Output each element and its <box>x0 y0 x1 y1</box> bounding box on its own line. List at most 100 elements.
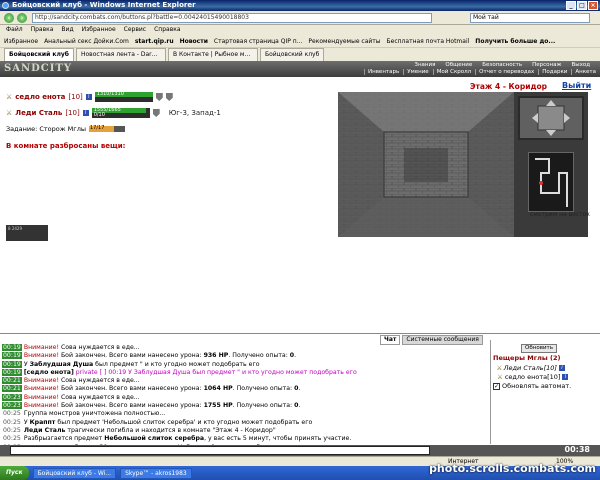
game-menu-knowledge[interactable]: Знания <box>414 62 435 68</box>
fav-item[interactable]: Получить больше до... <box>475 35 555 47</box>
chat-time: 00:25 <box>3 426 21 434</box>
player-level: [10] <box>68 93 83 101</box>
fav-item[interactable]: Стартовая страница QIP п... <box>214 35 303 47</box>
fav-item[interactable]: Новости <box>180 35 208 47</box>
window-title: Бойцовский клуб - Windows Internet Explo… <box>12 1 196 9</box>
player-coordinates: Юг-3, Запад-1 <box>168 109 221 117</box>
player-name[interactable]: Леди Сталь <box>15 109 62 117</box>
game-frame: SANDCITY Знания Общение Безопасность Пер… <box>0 61 600 333</box>
mp-text: 0/10 <box>93 112 105 118</box>
chat-bold[interactable]: Заблудшая Душа <box>30 361 94 368</box>
chat-text: . <box>294 352 297 360</box>
favorites-bar: Избранное Анальный секс Дойки.Com start.… <box>0 35 600 48</box>
taskbar-item[interactable]: Skype™ - akros1983 <box>120 467 192 479</box>
direction-control[interactable] <box>518 96 584 140</box>
fav-item[interactable]: start.qip.ru <box>135 35 174 47</box>
chat-text: . Получено опыта: <box>232 402 295 410</box>
tab-darkclan[interactable]: Новостная лента - DarkClan <box>75 48 166 61</box>
chat-line: 00:19 У Заблудшая Душа был предмет " и кт… <box>2 360 486 369</box>
chat-bold[interactable]: Леди Сталь <box>24 427 66 434</box>
room-player-name[interactable]: седло енота[10] <box>505 373 561 381</box>
tab-vkontakte[interactable]: В Контакте | Рыбное место... <box>167 48 258 61</box>
chat-text: . <box>298 402 301 410</box>
watermark-text: photo.scrolls.combats.com <box>429 462 596 475</box>
menu-help[interactable]: Справка <box>154 25 180 35</box>
game-menu-skills[interactable]: Умение <box>403 69 429 75</box>
tab-combats[interactable]: Бойцовский клуб <box>4 48 74 61</box>
chat-time: 00:21 <box>2 385 22 393</box>
tab-combats-2[interactable]: Бойцовский клуб <box>259 48 325 61</box>
info-icon[interactable]: i <box>82 110 89 116</box>
game-menu-chat[interactable]: Общение <box>445 62 472 68</box>
url-input[interactable]: http://sandcity.combats.com/buttons.pl?b… <box>32 13 432 23</box>
maximize-button[interactable]: □ <box>577 1 587 10</box>
auto-refresh-label: Обновлять автомат. <box>502 382 572 390</box>
info-icon[interactable]: i <box>558 365 565 371</box>
game-menu-security[interactable]: Безопасность <box>482 62 522 68</box>
shield-icon <box>165 93 173 101</box>
chat-line: 00:23 Внимание! Бой закончен. Всего вами … <box>2 402 486 410</box>
hp-text: 1310/1310 <box>96 91 124 97</box>
forward-button[interactable]: › <box>17 13 27 23</box>
game-menu-inventory[interactable]: Инвентарь <box>363 69 399 75</box>
room-player[interactable]: ⚔ седло енота[10] i <box>497 373 569 381</box>
back-button[interactable]: ‹ <box>4 13 14 23</box>
player-level: [10] <box>65 109 80 117</box>
favorites-button[interactable]: Избранное <box>4 35 38 47</box>
start-button[interactable]: Пуск <box>0 466 29 480</box>
quest-progress-text: 17/17 <box>90 125 105 131</box>
game-menu-character[interactable]: Персонаж <box>532 62 561 68</box>
taskbar-item[interactable]: Бойцовский клуб - Wi... <box>32 467 117 479</box>
chat-time: 00:23 <box>2 393 22 401</box>
chat-warning: Внимание! <box>23 393 59 401</box>
menu-favorites[interactable]: Избранное <box>82 25 116 35</box>
chat-bold[interactable]: Небольшой слиток серебра <box>104 435 204 442</box>
dungeon-view[interactable] <box>338 92 514 237</box>
chat-text: . Получено опыта: <box>228 352 290 360</box>
chat-bold[interactable]: 1755 HP <box>204 402 233 409</box>
room-player[interactable]: ⚔ Леди Сталь[10] i <box>497 364 565 372</box>
chat-bold[interactable]: [седло енота] <box>24 369 74 376</box>
fav-item[interactable]: Рекомендуемые сайты <box>308 35 380 47</box>
chat-log[interactable]: 00:19 Внимание! Сова нуждается в еде... 00… <box>2 344 486 446</box>
search-input[interactable]: Мой тай <box>470 13 590 23</box>
game-menu-transfers[interactable]: Отчет о переводах <box>475 69 534 75</box>
minimize-button[interactable]: _ <box>566 1 576 10</box>
menu-edit[interactable]: Правка <box>31 25 54 35</box>
ie-icon <box>2 2 9 9</box>
menu-file[interactable]: Файл <box>6 25 23 35</box>
chat-text: , у вас есть 5 минут, чтобы принять учас… <box>204 435 352 443</box>
fav-item[interactable]: Бесплатная почта Hotmail <box>387 35 470 47</box>
fav-item[interactable]: Анальный секс Дойки.Com <box>44 35 129 47</box>
player-name[interactable]: седло енота <box>15 93 65 101</box>
game-header: SANDCITY Знания Общение Безопасность Пер… <box>0 61 600 77</box>
refresh-button[interactable]: Обновить <box>521 344 557 353</box>
chat-input[interactable] <box>10 446 430 455</box>
info-icon[interactable]: i <box>85 94 92 100</box>
game-menu-profile[interactable]: Анкета <box>571 69 596 75</box>
menu-tools[interactable]: Сервис <box>124 25 146 35</box>
chat-text: . Получено опыта: <box>232 385 295 393</box>
chat-text: Сова нуждается в еде... <box>60 377 140 385</box>
room-title: Пещеры Мглы (2) <box>493 354 561 362</box>
game-menu-scroll[interactable]: Мой Скролл <box>432 69 471 75</box>
chat-bold[interactable]: 1064 HP <box>204 385 233 392</box>
close-button[interactable]: × <box>588 1 598 10</box>
chat-bold[interactable]: 936 HP <box>204 352 229 359</box>
chat-bold[interactable]: Краппт <box>30 419 56 426</box>
info-icon[interactable]: i <box>562 374 569 380</box>
quest-label: Задание: Сторож Мглы <box>6 125 86 133</box>
game-menu-exit[interactable]: Выход <box>571 62 590 68</box>
chat-line: 00:21 Внимание! Сова нуждается в еде... <box>2 377 486 385</box>
room-player-name[interactable]: Леди Сталь[10] <box>504 364 557 372</box>
chat-time: 00:19 <box>2 352 22 360</box>
chat-text: трагически погибла и находится в комнате… <box>65 426 276 434</box>
game-menu-gifts[interactable]: Подарки <box>538 69 567 75</box>
auto-refresh-checkbox[interactable]: ✓ <box>493 382 500 390</box>
menu-view[interactable]: Вид <box>61 25 73 35</box>
auto-refresh-option[interactable]: ✓ Обновлять автомат. <box>493 382 571 390</box>
chat-text: был предмет " и кто угодно может подобра… <box>93 360 260 368</box>
sword-icon: ⚔ <box>6 109 13 117</box>
hp-bar: 1555/1665 0/10 <box>91 107 150 118</box>
exit-link[interactable]: Выйти <box>562 81 591 90</box>
